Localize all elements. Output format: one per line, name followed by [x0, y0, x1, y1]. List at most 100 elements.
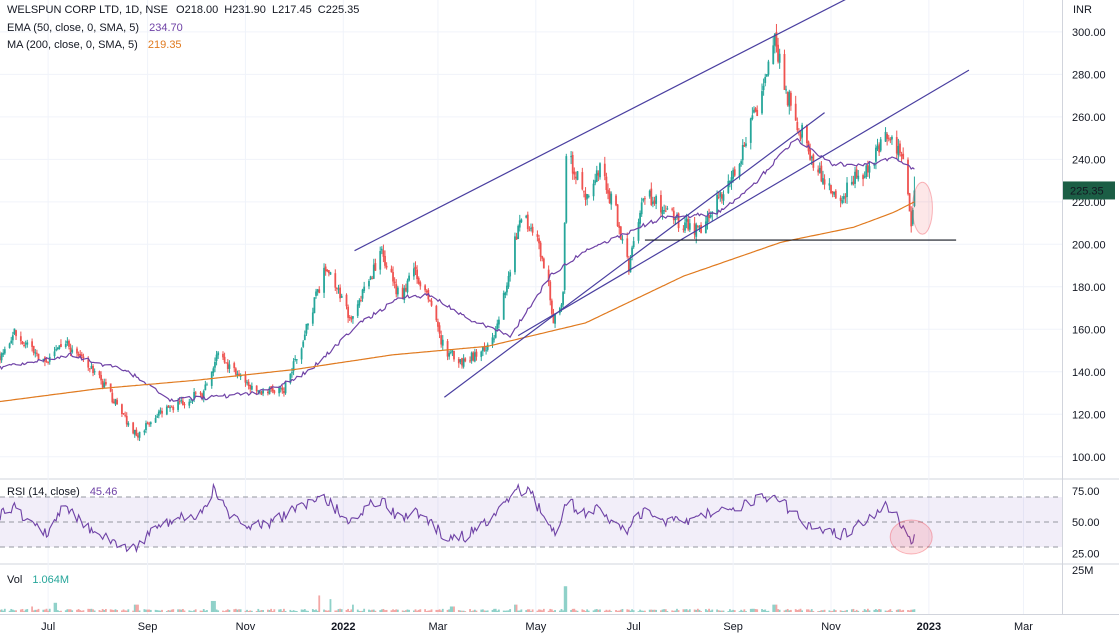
volume-bar	[684, 609, 686, 612]
candle-body	[395, 284, 398, 295]
candle-body	[103, 382, 106, 388]
volume-bar	[183, 610, 186, 612]
volume-bar	[562, 610, 564, 612]
last-price-label: 225.35	[1070, 185, 1104, 197]
volume-bar	[549, 608, 552, 612]
candle-body	[587, 195, 590, 197]
candle-body	[127, 423, 130, 426]
volume-bar	[817, 611, 820, 612]
volume-bar	[170, 609, 173, 612]
volume-bar	[13, 610, 16, 612]
candle-body	[26, 342, 29, 345]
candle-body	[146, 422, 149, 424]
volume-bar	[506, 610, 508, 612]
volume-bar	[238, 609, 240, 612]
volume-bar	[639, 609, 641, 612]
candle-body	[390, 268, 393, 273]
volume-bar	[133, 604, 136, 612]
price-pane	[0, 0, 970, 442]
candle-body	[58, 345, 61, 349]
volume-bar	[552, 610, 555, 612]
candle-body	[576, 171, 579, 180]
candle-body	[13, 328, 16, 335]
volume-bar	[419, 609, 422, 612]
volume-tick-label: 25M	[1072, 565, 1093, 577]
volume-bar	[594, 609, 597, 612]
volume-bar	[696, 608, 699, 612]
volume-bar	[165, 611, 168, 612]
candle-body	[615, 195, 617, 206]
volume-bar	[823, 609, 826, 612]
volume-bar	[607, 610, 609, 612]
volume-bar	[846, 609, 848, 612]
volume-bar	[180, 609, 183, 612]
volume-bar	[384, 610, 386, 612]
volume-bar	[79, 610, 82, 612]
candle-body	[223, 356, 226, 363]
volume-bar	[448, 609, 451, 612]
candle-body	[69, 347, 72, 353]
candle-body	[563, 222, 566, 290]
candle-body	[526, 214, 529, 229]
volume-bar	[520, 609, 523, 612]
candle-body	[55, 349, 58, 351]
candle-body	[788, 91, 791, 107]
volume-bar	[307, 610, 309, 612]
candle-body	[350, 317, 353, 320]
volume-bar	[132, 610, 135, 612]
volume-bar	[347, 608, 350, 612]
candle-body	[595, 170, 598, 182]
candle-body	[822, 178, 824, 184]
candle-body	[404, 287, 407, 291]
candle-body	[866, 164, 869, 173]
candle-body	[709, 215, 712, 218]
volume-bar	[595, 609, 598, 612]
candle-body	[281, 387, 284, 391]
volume-bar	[514, 604, 516, 612]
volume-bar	[745, 611, 747, 612]
candle-body	[334, 273, 337, 288]
candle-body	[327, 270, 330, 274]
volume-bar	[412, 610, 415, 612]
candle-body	[801, 124, 804, 138]
volume-bar	[844, 610, 847, 612]
candle-body	[167, 405, 170, 408]
candle-body	[597, 172, 600, 176]
volume-bar	[652, 609, 654, 612]
volume-bar	[260, 610, 263, 612]
candle-body	[560, 304, 563, 307]
candle-body	[785, 89, 787, 91]
volume-bar	[66, 609, 69, 612]
candle-body	[255, 385, 258, 392]
volume-bar	[900, 610, 903, 612]
volume-bar	[313, 610, 316, 612]
volume-bar	[334, 610, 337, 612]
candle-body	[684, 222, 686, 231]
welspun-chart[interactable]: 100.00120.00140.00160.00180.00200.00220.…	[0, 0, 1119, 637]
price-axis[interactable]: 100.00120.00140.00160.00180.00200.00220.…	[1063, 27, 1115, 577]
volume-bar	[727, 611, 730, 612]
volume-bar	[618, 610, 621, 612]
volume-bar	[356, 609, 359, 612]
candle-body	[464, 358, 467, 362]
price-tick-label: 260.00	[1072, 112, 1106, 124]
candle-body	[294, 358, 297, 361]
candle-body	[493, 338, 496, 340]
time-tick-label: Sep	[138, 621, 158, 633]
candle-body	[828, 183, 831, 186]
time-axis[interactable]: Jul Sep Nov 2022 Mar May Jul Sep Nov 2023 Mar	[41, 621, 1033, 633]
candle-body	[305, 323, 308, 334]
trendline	[444, 112, 825, 398]
candle-body	[652, 201, 654, 204]
volume-bar	[348, 610, 351, 612]
volume-bar	[191, 611, 194, 612]
volume-bar	[233, 609, 236, 612]
candle-body	[672, 210, 675, 221]
volume-bar	[653, 609, 656, 612]
volume-bar	[255, 611, 258, 612]
candle-body	[783, 54, 786, 90]
volume-bar	[719, 610, 722, 612]
volume-bar	[109, 609, 112, 612]
volume-bar	[300, 609, 303, 612]
volume-bar	[480, 609, 483, 612]
